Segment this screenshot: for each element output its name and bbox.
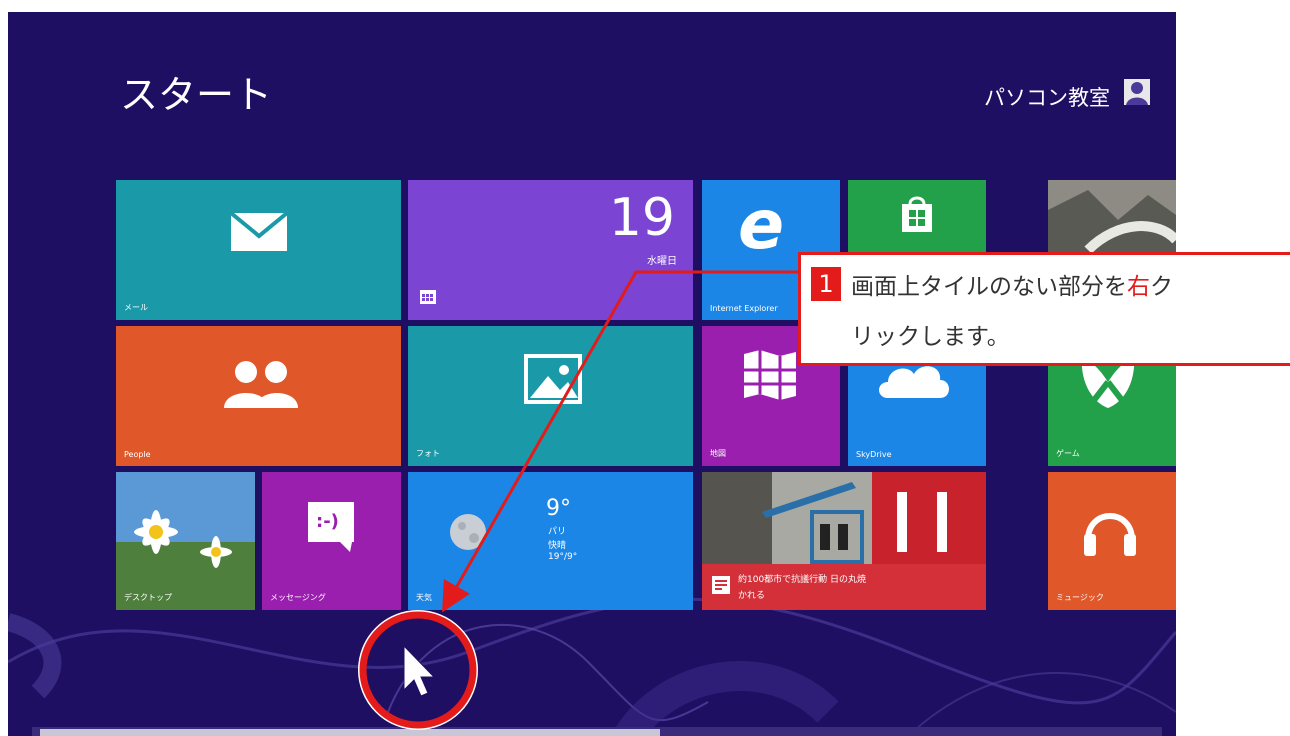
tile-ie-label: Internet Explorer [710, 304, 778, 313]
callout-text-line-1: 画面上タイルのない部分を右ク [851, 267, 1173, 301]
callout-text-after: ク [1150, 274, 1173, 300]
news-icon [712, 576, 730, 594]
news-headline: 約100都市で抗議行動 日の丸焼 [738, 575, 867, 585]
tile-messaging[interactable]: :-) メッセージング [262, 472, 401, 610]
tile-skydrive-label: SkyDrive [856, 450, 892, 459]
news-headline-bar: 約100都市で抗議行動 日の丸焼 かれる [702, 564, 986, 610]
desktop-wallpaper-image [116, 472, 255, 610]
user-avatar-icon[interactable] [1124, 79, 1150, 105]
tile-games-label: ゲーム [1056, 449, 1080, 458]
tile-weather-label: 天気 [416, 593, 432, 602]
tile-maps-label: 地図 [710, 449, 726, 458]
tile-calendar[interactable]: 19 水曜日 [408, 180, 693, 320]
tile-people[interactable]: People [116, 326, 401, 466]
start-title: スタート [120, 73, 273, 117]
internet-explorer-icon: e [738, 186, 785, 265]
moon-weather-icon [450, 514, 486, 550]
callout-text-highlight: 右 [1127, 274, 1150, 300]
tile-music-label: ミュージック [1056, 593, 1104, 602]
store-bag-icon [902, 196, 932, 232]
messaging-bubble-tail [340, 542, 352, 552]
user-name[interactable]: パソコン教室 [984, 82, 1110, 112]
step-number-badge: 1 [811, 267, 841, 301]
tile-music[interactable]: ミュージック [1048, 472, 1176, 610]
tile-messaging-label: メッセージング [270, 593, 326, 602]
tile-photos[interactable]: フォト [408, 326, 693, 466]
headphones-icon [1084, 513, 1136, 556]
tile-desktop-label: デスクトップ [124, 593, 172, 602]
calendar-weekday: 水曜日 [647, 256, 677, 267]
weather-city: パリ [548, 527, 567, 537]
weather-temp: 9° [546, 496, 571, 521]
calendar-day: 19 [608, 188, 675, 248]
messaging-bubble-icon: :-) [308, 502, 354, 542]
callout-text-before: 画面上タイルのない部分を [851, 274, 1127, 300]
tile-weather[interactable]: 9° パリ 快晴 19°/9° 天気 [408, 472, 693, 610]
tile-mail-label: メール [124, 303, 148, 312]
mail-icon [230, 212, 288, 251]
photos-icon [524, 354, 582, 404]
scrollbar-thumb[interactable] [40, 729, 660, 736]
tile-people-label: People [124, 450, 151, 459]
calendar-icon [420, 290, 436, 304]
callout-text-line-2: リックします。 [851, 324, 1010, 350]
people-icon [224, 361, 298, 408]
weather-range: 19°/9° [548, 552, 578, 562]
instruction-callout: 1 画面上タイルのない部分を右ク リックします。 [798, 252, 1290, 366]
map-icon [744, 350, 796, 400]
tile-mail[interactable]: メール [116, 180, 401, 320]
tile-photos-label: フォト [416, 449, 440, 458]
tile-desktop[interactable]: デスクトップ [116, 472, 255, 610]
weather-condition: 快晴 [548, 541, 567, 551]
messaging-face: :-) [316, 511, 339, 532]
horizontal-scrollbar[interactable] [32, 727, 1162, 736]
news-headline-2: かれる [738, 591, 766, 601]
start-screen[interactable]: スタート パソコン教室 メール 19 水曜日 e Internet Explor… [8, 12, 1176, 736]
tile-news[interactable]: 約100都市で抗議行動 日の丸焼 かれる [702, 472, 986, 610]
